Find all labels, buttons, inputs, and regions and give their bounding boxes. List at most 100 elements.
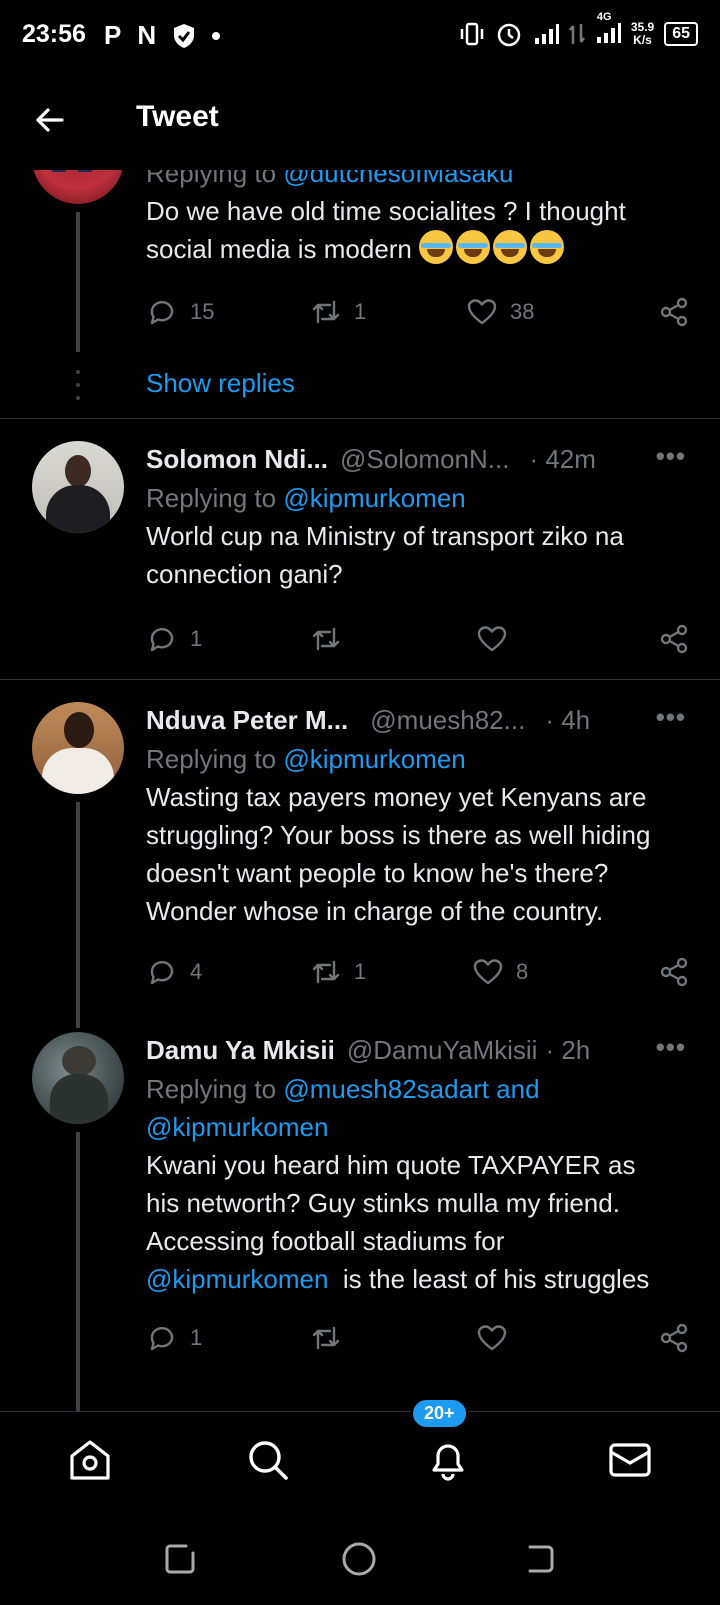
replying-to: Replying to @kipmurkomen xyxy=(146,740,690,778)
page-title: Tweet xyxy=(136,100,219,133)
retweet-button[interactable]: 1 xyxy=(310,296,366,328)
avatar-body xyxy=(50,1074,108,1124)
replying-to-label: Replying to xyxy=(146,744,284,774)
tweet-text-line: Accessing football stadiums for xyxy=(146,1226,505,1256)
replying-to: Replying to @muesh82sadart and @kipmurko… xyxy=(146,1070,690,1146)
reply-icon xyxy=(150,961,174,985)
p-app-icon: P xyxy=(104,20,122,50)
reply-button[interactable]: 15 xyxy=(146,296,214,328)
retweet-count: 1 xyxy=(354,299,367,324)
tweet-actions: 15 1 38 xyxy=(146,292,690,332)
display-name[interactable]: Damu Ya Mkisii xyxy=(146,1035,335,1066)
home-circle-icon[interactable] xyxy=(341,1541,377,1577)
network-type: 4G xyxy=(596,10,612,23)
like-button[interactable]: 8 xyxy=(472,956,528,988)
more-options-icon[interactable]: ••• xyxy=(656,702,686,733)
share-button[interactable] xyxy=(658,956,690,988)
net-speed-unit: K/s xyxy=(633,33,652,47)
avatar-head xyxy=(64,712,94,748)
avatar-head xyxy=(62,1046,96,1076)
avatar[interactable] xyxy=(32,702,124,794)
mention-link[interactable]: @kipmurkomen xyxy=(283,483,465,513)
share-button[interactable] xyxy=(658,1322,690,1354)
share-icon xyxy=(660,297,688,327)
bell-icon[interactable] xyxy=(424,1436,472,1484)
tweet-text-line: Kwani you heard him quote TAXPAYER as xyxy=(146,1150,636,1180)
tweet-actions: 4 1 8 xyxy=(146,952,690,992)
display-name[interactable]: Solomon Ndi... xyxy=(146,444,328,475)
tweet-header: Damu Ya Mkisii @DamuYaMkisii · 2h ••• xyxy=(146,1032,690,1068)
notifications-badge: 20+ xyxy=(411,1398,468,1429)
status-right-icons: 4G 35.9 K/s 65 xyxy=(459,11,698,48)
network-indicator: 4G xyxy=(595,11,621,48)
top-app-bar: Tweet xyxy=(0,72,720,170)
thread-line xyxy=(76,1132,80,1412)
tweet-text: Kwani you heard him quote TAXPAYER as hi… xyxy=(146,1146,690,1298)
laughing-crying-emoji-icon xyxy=(530,230,565,264)
signal-icon xyxy=(534,24,559,44)
avatar-body xyxy=(42,748,114,794)
retweet-button[interactable] xyxy=(310,623,354,655)
heart-icon xyxy=(467,299,497,325)
share-button[interactable] xyxy=(658,296,690,328)
user-handle[interactable]: @SolomonN... xyxy=(340,444,509,475)
bottom-nav: 20+ xyxy=(0,1398,720,1507)
user-handle[interactable]: @DamuYaMkisii xyxy=(347,1035,538,1066)
reply-icon xyxy=(150,1327,174,1351)
tweet-time: · 4h xyxy=(545,704,591,735)
tweet-text: Wasting tax payers money yet Kenyans are… xyxy=(146,782,651,926)
tweet-item[interactable]: Solomon Ndi... @SolomonN... · 42m ••• Re… xyxy=(0,419,720,679)
reply-button[interactable]: 1 xyxy=(146,623,202,655)
more-options-icon[interactable]: ••• xyxy=(656,441,686,472)
user-handle[interactable]: @muesh82... xyxy=(370,705,525,736)
like-button[interactable] xyxy=(476,1322,520,1354)
more-options-icon[interactable]: ••• xyxy=(656,1032,686,1063)
tweet-item[interactable]: Replying to @dutchesofMasaku Do we have … xyxy=(0,150,720,418)
share-icon xyxy=(660,624,688,654)
home-icon[interactable] xyxy=(66,1436,114,1484)
mention-link[interactable]: @muesh82sadart and xyxy=(283,1074,539,1104)
reply-button[interactable]: 1 xyxy=(146,1322,202,1354)
search-icon[interactable] xyxy=(244,1436,292,1484)
like-count: 38 xyxy=(510,299,535,324)
display-name[interactable]: Nduva Peter M... xyxy=(146,705,348,736)
tweet-feed[interactable]: Replying to @dutchesofMasaku Do we have … xyxy=(0,150,720,1412)
mention-link[interactable]: @kipmurkomen xyxy=(283,744,465,774)
tweet-text-line: his networth? Guy stinks mulla my friend… xyxy=(146,1188,620,1218)
laughing-crying-emoji-icon xyxy=(419,230,454,264)
heart-icon xyxy=(473,959,503,985)
signal-4g-icon xyxy=(596,22,621,43)
avatar[interactable] xyxy=(32,441,124,533)
avatar-body xyxy=(46,485,110,533)
back-arrow-icon[interactable] xyxy=(30,100,70,140)
reply-button[interactable]: 4 xyxy=(146,956,202,988)
share-icon xyxy=(660,957,688,987)
tweet-text: World cup na Ministry of transport ziko … xyxy=(146,521,624,589)
like-button[interactable] xyxy=(476,623,520,655)
mention-link[interactable]: @kipmurkomen xyxy=(146,1112,328,1142)
mail-icon[interactable] xyxy=(606,1436,654,1484)
laughing-crying-emoji-icon xyxy=(456,230,491,264)
tweet-item[interactable]: Nduva Peter M... @muesh82... · 4h ••• Re… xyxy=(0,680,720,1028)
like-button[interactable]: 38 xyxy=(466,296,534,328)
vibrate-icon xyxy=(460,22,484,46)
tweet-header: Nduva Peter M... @muesh82... · 4h ••• xyxy=(146,702,690,738)
share-button[interactable] xyxy=(658,623,690,655)
reply-count: 1 xyxy=(190,1325,203,1350)
replying-to: Replying to @kipmurkomen xyxy=(146,479,690,517)
thread-line xyxy=(76,212,80,352)
back-nav-icon[interactable] xyxy=(522,1541,558,1577)
mention-link[interactable]: @kipmurkomen xyxy=(146,1264,328,1294)
retweet-icon xyxy=(312,1326,340,1350)
recents-icon[interactable] xyxy=(162,1541,198,1577)
retweet-button[interactable]: 1 xyxy=(310,956,366,988)
reply-count: 4 xyxy=(190,959,203,984)
reply-count: 1 xyxy=(190,626,203,651)
show-replies-link[interactable]: Show replies xyxy=(146,368,295,399)
share-icon xyxy=(660,1323,688,1353)
avatar[interactable] xyxy=(32,1032,124,1124)
retweet-button[interactable] xyxy=(310,1322,354,1354)
heart-icon xyxy=(477,626,507,652)
alarm-icon xyxy=(497,23,521,47)
tweet-content: Solomon Ndi... @SolomonN... · 42m ••• Re… xyxy=(146,441,690,593)
